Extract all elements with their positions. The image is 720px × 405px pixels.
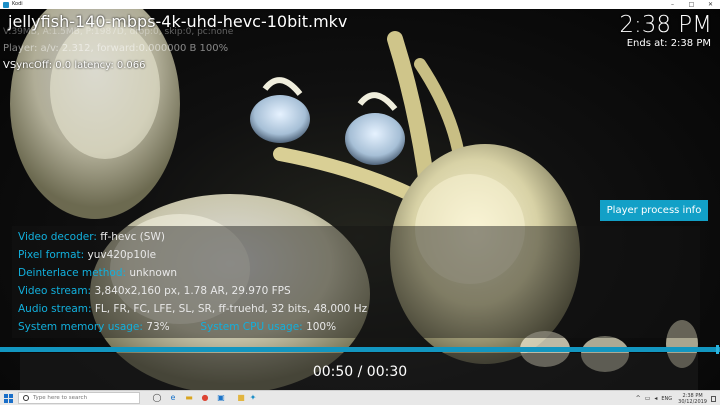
kodi-icon[interactable]: ✦ — [248, 393, 258, 403]
cpu-usage-value: 100% — [306, 321, 337, 333]
screen: Kodi – □ ✕ jellyfish-140-mbps-4k-uhd-hev… — [0, 0, 720, 405]
playback-time: 00:50 / 00:30 — [312, 364, 408, 380]
volume-icon[interactable]: ◂ — [654, 395, 657, 402]
language-indicator[interactable]: ENG — [661, 396, 672, 402]
taskbar-clock[interactable]: 2:38 PM 30/12/2019 — [678, 393, 707, 405]
task-view-icon[interactable]: ◯ — [152, 393, 162, 403]
close-button[interactable]: ✕ — [701, 0, 720, 9]
window-titlebar: Kodi – □ ✕ — [0, 0, 720, 9]
network-icon[interactable]: ▭ — [645, 395, 651, 402]
seek-handle[interactable] — [716, 345, 719, 354]
deinterlace-label: Deinterlace method: — [18, 267, 127, 279]
taskbar-date: 30/12/2019 — [678, 398, 707, 405]
system-tray: ^ ▭ ◂ ENG 2:38 PM 30/12/2019 — [636, 391, 716, 405]
cpu-usage-label: System CPU usage: — [200, 321, 303, 333]
player-info-panel: Video decoder: ff-hevc (SW) Pixel format… — [12, 226, 700, 338]
window-title: Kodi — [12, 1, 23, 7]
audio-stream-label: Audio stream: — [18, 303, 92, 315]
video-decoder-value: ff-hevc (SW) — [100, 231, 165, 243]
search-icon — [23, 395, 29, 401]
kodi-app-icon — [3, 1, 9, 8]
window-controls: – □ ✕ — [663, 0, 720, 9]
player-process-info-button[interactable]: Player process info — [600, 200, 708, 221]
maximize-button[interactable]: □ — [682, 0, 701, 9]
audio-stream-value: FL, FR, FC, LFE, SL, SR, ff-truehd, 32 b… — [94, 303, 368, 315]
deinterlace-row: Deinterlace method: unknown — [18, 267, 177, 279]
video-decoder-label: Video decoder: — [18, 231, 97, 243]
video-stream-value: 3,840x2,160 px, 1.78 AR, 29.970 FPS — [94, 285, 291, 297]
notifications-icon[interactable] — [711, 395, 716, 402]
deinterlace-value: unknown — [129, 267, 178, 279]
clock: 2:38 PM — [619, 12, 712, 38]
system-usage-row: System memory usage: 73% System CPU usag… — [18, 321, 336, 333]
taskbar-search-input[interactable] — [33, 395, 133, 401]
pixel-format-value: yuv420p10le — [87, 249, 157, 261]
seek-bar[interactable] — [0, 347, 720, 352]
video-stream-label: Video stream: — [18, 285, 92, 297]
memory-usage-value: 73% — [146, 321, 170, 333]
pixel-format-row: Pixel format: yuv420p10le — [18, 249, 156, 261]
minimize-button[interactable]: – — [663, 0, 682, 9]
audio-stream-row: Audio stream: FL, FR, FC, LFE, SL, SR, f… — [18, 303, 367, 315]
folder-icon[interactable]: ■ — [236, 393, 246, 403]
debug-cache-line: V:39MB, A:1.5MB, P:1987D, drop:0, skip:0… — [3, 27, 234, 37]
edge-icon[interactable]: e — [168, 393, 178, 403]
windows-taskbar: ◯ e ▬ ● ▣ ■ ✦ ^ ▭ ◂ ENG 2:38 PM 30/12/20… — [0, 390, 720, 405]
pixel-format-label: Pixel format: — [18, 249, 85, 261]
video-decoder-row: Video decoder: ff-hevc (SW) — [18, 231, 165, 243]
chrome-icon[interactable]: ● — [200, 393, 210, 403]
memory-usage-label: System memory usage: — [18, 321, 143, 333]
player-av-line: Player: a/v: 2.312, forward:0.000000 B 1… — [3, 43, 229, 54]
windows-start-button[interactable] — [4, 394, 13, 403]
store-icon[interactable]: ▣ — [216, 393, 226, 403]
ends-at: Ends at: 2:38 PM — [626, 38, 711, 49]
taskbar-search-box[interactable] — [18, 392, 140, 404]
chevron-up-icon[interactable]: ^ — [636, 395, 641, 402]
video-stream-row: Video stream: 3,840x2,160 px, 1.78 AR, 2… — [18, 285, 291, 297]
explorer-icon[interactable]: ▬ — [184, 393, 194, 403]
vsync-line: VSyncOff: 0.0 latency: 0.066 — [3, 60, 146, 71]
